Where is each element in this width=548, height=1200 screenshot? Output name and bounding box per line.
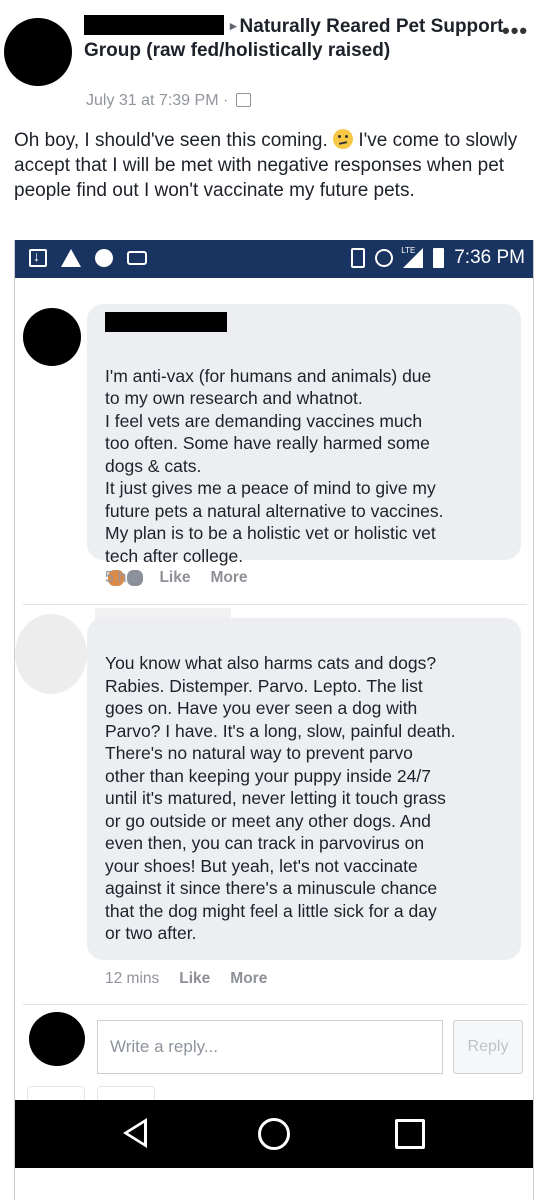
lte-label: LTE — [401, 246, 416, 255]
post-text-part1: Oh boy, I should've seen this coming. — [14, 130, 328, 151]
alarm-icon — [375, 249, 394, 267]
comment-text: I'm anti-vax (for humans and animals) du… — [105, 342, 515, 590]
comment-actions: 5 hrs Like More — [105, 569, 248, 587]
comment-actions: 12 mins Like More — [105, 970, 267, 988]
audience-icon — [235, 93, 251, 107]
back-icon[interactable] — [123, 1118, 147, 1148]
battery-icon — [433, 248, 445, 268]
like-button[interactable]: Like — [179, 970, 210, 988]
like-button[interactable]: Like — [159, 569, 190, 587]
attachment-button[interactable] — [27, 1086, 85, 1100]
download-icon — [29, 248, 47, 267]
more-button[interactable]: More — [230, 970, 267, 988]
embedded-screenshot: LTE 7:36 PM I'm anti-vax (for humans and… — [14, 240, 534, 1200]
warning-icon — [61, 249, 81, 267]
commenter-name-redacted[interactable] — [105, 312, 227, 332]
meta-separator: · — [222, 92, 229, 109]
status-time: 7:36 PM — [454, 247, 525, 268]
sticker-button[interactable] — [97, 1086, 155, 1100]
comment-divider — [23, 1004, 527, 1005]
confused-face-icon — [333, 129, 354, 149]
commenter-avatar-redacted[interactable] — [23, 308, 81, 366]
post-meta: July 31 at 7:39 PM · — [86, 92, 251, 110]
replier-avatar-redacted — [29, 1012, 85, 1066]
android-nav-bar — [15, 1100, 533, 1168]
comment-text-body: I'm anti-vax (for humans and animals) du… — [105, 365, 444, 566]
comment-time[interactable]: 5 hrs — [105, 569, 139, 587]
post-options-icon[interactable]: ••• — [502, 18, 528, 44]
reply-input[interactable]: Write a reply... — [97, 1020, 443, 1074]
reply-button[interactable]: Reply — [453, 1020, 523, 1074]
post-body: Oh boy, I should've seen this coming. I'… — [14, 128, 534, 203]
g-icon — [95, 249, 113, 267]
more-button[interactable]: More — [210, 569, 247, 587]
post-header: ▸ Naturally Reared Pet Support Group (raw… — [84, 14, 504, 63]
poster-name-redacted — [84, 15, 224, 35]
signal-icon: LTE — [401, 246, 424, 268]
home-icon[interactable] — [258, 1118, 290, 1150]
bottom-strip — [15, 1168, 533, 1200]
comment-time[interactable]: 12 mins — [105, 970, 159, 988]
comment-divider — [23, 604, 527, 605]
vibrate-icon — [351, 248, 366, 268]
share-arrow-icon: ▸ — [230, 18, 237, 33]
android-status-bar: LTE 7:36 PM — [15, 240, 533, 278]
voicemail-icon — [127, 251, 147, 265]
comment-text: You know what also harms cats and dogs? … — [105, 653, 456, 943]
commenter-avatar-blurred[interactable] — [15, 614, 87, 694]
post-timestamp[interactable]: July 31 at 7:39 PM — [86, 92, 219, 109]
poster-avatar-redacted[interactable] — [4, 18, 72, 86]
recents-icon[interactable] — [395, 1119, 425, 1149]
